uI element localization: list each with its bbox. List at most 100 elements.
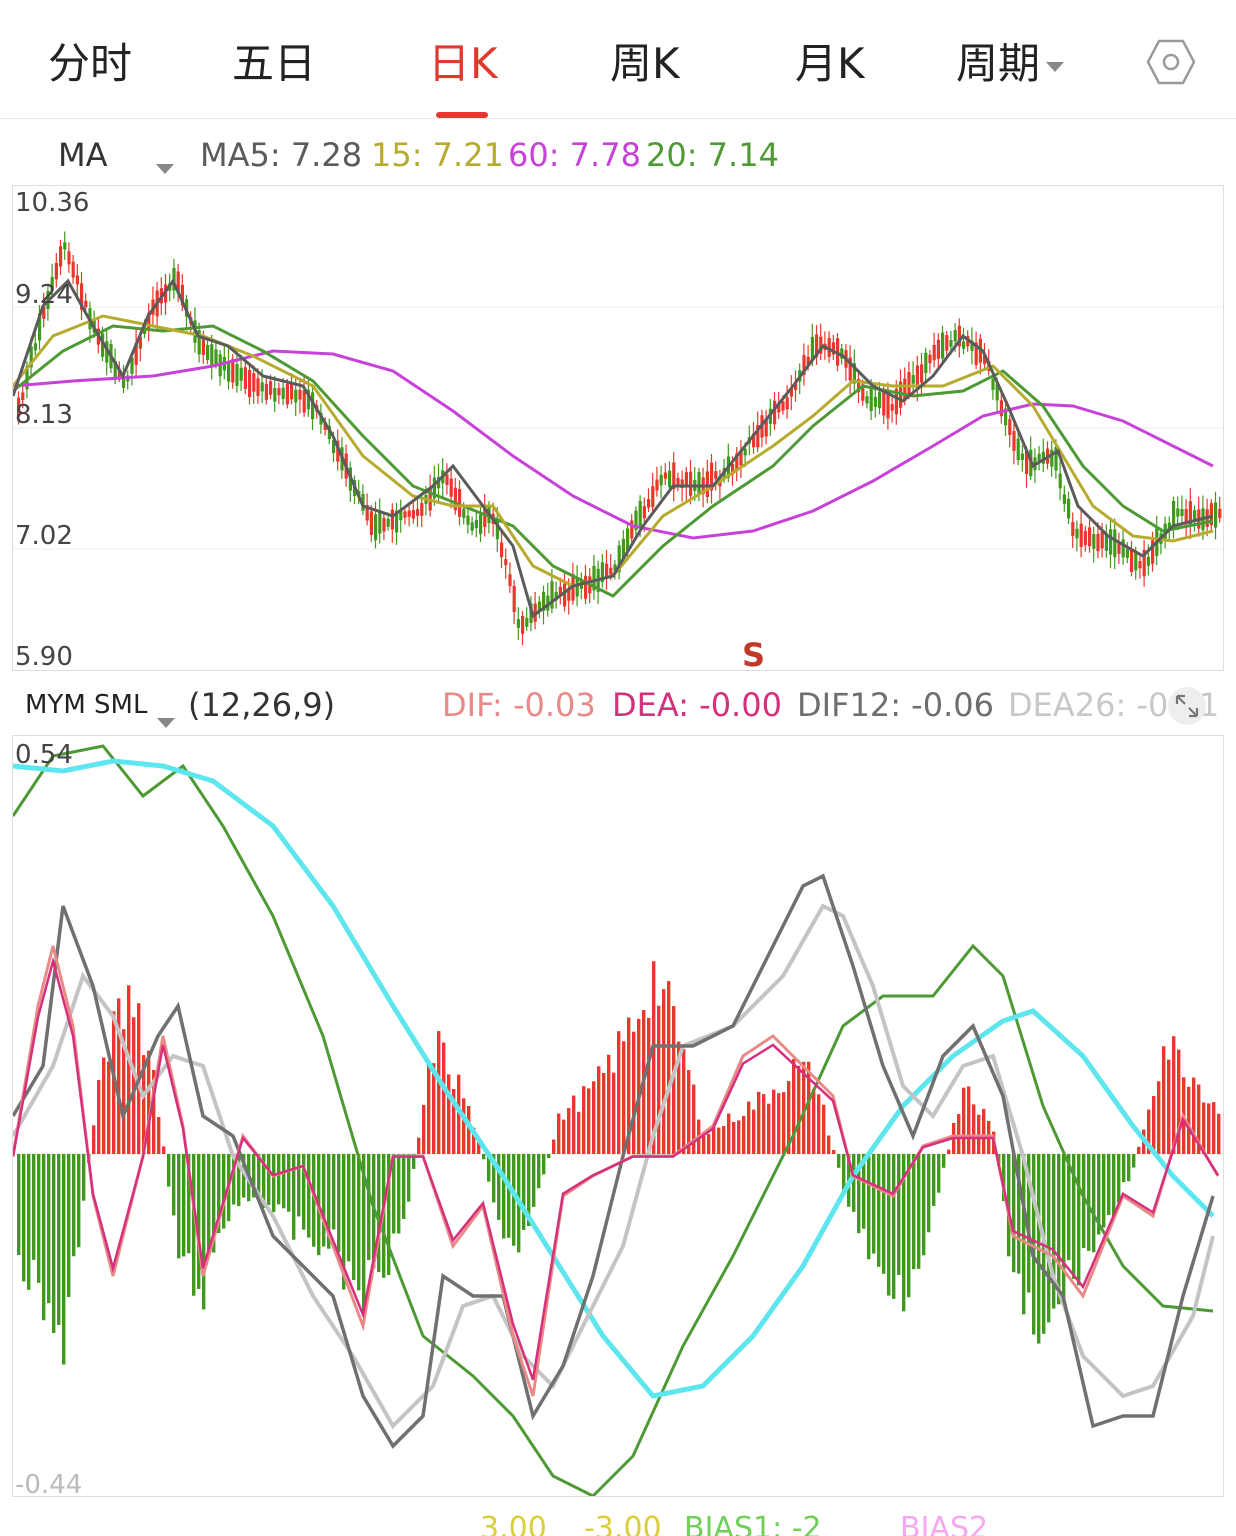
candle-body	[206, 345, 210, 360]
macd-histogram-bar	[537, 1154, 541, 1189]
macd-histogram-bar	[462, 1098, 466, 1154]
macd-histogram-bar	[102, 1057, 106, 1154]
candle-body	[911, 375, 915, 384]
expand-arrows-icon[interactable]	[1166, 686, 1208, 726]
macd-histogram-bar	[592, 1081, 596, 1154]
macd-histogram-bar	[442, 1042, 446, 1154]
ma-legend-bar: MA MA5: 7.28 15: 7.21 60: 7.78 20: 7.14	[0, 130, 1236, 180]
macd-histogram-bar	[1092, 1154, 1096, 1253]
ma-indicator-select[interactable]: MA	[58, 136, 108, 174]
macd-histogram-bar	[1107, 1154, 1111, 1216]
candle-body	[1092, 534, 1096, 549]
macd-indicator-chart[interactable]: 0.54 -0.44	[12, 735, 1224, 1500]
macd-histogram-bar	[92, 1125, 96, 1154]
candle-body	[378, 510, 382, 534]
macd-histogram-bar	[597, 1066, 601, 1154]
macd-histogram-bar	[272, 1154, 276, 1213]
candle-body	[1184, 508, 1188, 523]
tab-period-dropdown[interactable]: 周期	[956, 30, 1065, 91]
macd-params: (12,26,9)	[188, 686, 336, 724]
macd-histogram-bar	[1167, 1059, 1171, 1154]
triangle-down-icon[interactable]	[156, 148, 174, 186]
bias-lower-value: -3.00	[584, 1511, 662, 1536]
macd-histogram-bar	[1057, 1154, 1061, 1305]
macd-histogram-bar	[767, 1103, 771, 1154]
tab-daily-k[interactable]: 日K	[428, 30, 498, 91]
candle-body	[1130, 550, 1134, 573]
candle-body	[575, 577, 579, 597]
candle-body	[508, 574, 512, 587]
ma60-value: 60: 7.78	[508, 136, 641, 174]
macd-histogram-bar	[117, 998, 121, 1154]
macd-histogram-bar	[17, 1154, 21, 1255]
macd-histogram-bar	[1062, 1154, 1066, 1306]
macd-histogram-bar	[57, 1154, 61, 1325]
macd-histogram-bar	[937, 1154, 941, 1193]
macd-histogram-bar	[727, 1113, 731, 1154]
candle-body	[525, 617, 529, 627]
price-tick-4: 7.02	[15, 521, 73, 551]
tab-weekly-k[interactable]: 周K	[610, 30, 680, 91]
dea-value: DEA: -0.00	[612, 686, 782, 724]
macd-histogram-bar	[1047, 1154, 1051, 1323]
ma5-value: MA5: 7.28	[200, 136, 363, 174]
macd-histogram-bar	[1217, 1113, 1221, 1154]
price-kline-chart[interactable]: 10.36 9.24 8.13 7.02 5.90 S	[12, 185, 1224, 674]
candle-body	[949, 340, 953, 347]
macd-histogram-bar	[447, 1074, 451, 1154]
macd-histogram-bar	[127, 985, 131, 1154]
candle-body	[873, 396, 877, 407]
macd-histogram-bar	[157, 1117, 161, 1154]
macd-histogram-bar	[812, 1088, 816, 1154]
macd-histogram-bar	[572, 1095, 576, 1154]
tab-monthly-k[interactable]: 月K	[795, 30, 865, 91]
candle-body	[1008, 419, 1012, 435]
macd-histogram-bar	[427, 1062, 431, 1154]
macd-histogram-bar	[567, 1108, 571, 1154]
macd-histogram-bar	[942, 1154, 946, 1168]
candle-body	[1176, 508, 1180, 517]
candle-body	[1121, 539, 1125, 558]
candle-body	[953, 330, 957, 342]
macd-histogram-bar	[292, 1154, 296, 1240]
macd-histogram-bar	[307, 1154, 311, 1238]
macd-histogram-bar	[422, 1104, 426, 1154]
macd-histogram-bar	[182, 1154, 186, 1257]
macd-histogram-bar	[532, 1154, 536, 1207]
macd-histogram-bar	[32, 1154, 36, 1260]
macd-histogram-bar	[67, 1154, 71, 1298]
candle-body	[584, 575, 588, 599]
candle-body	[516, 619, 520, 628]
tab-intraday[interactable]: 分时	[48, 30, 132, 91]
price-tick-bottom: 5.90	[15, 642, 73, 672]
candle-body	[991, 379, 995, 390]
hexagon-settings-icon[interactable]	[1146, 38, 1196, 86]
candle-body	[54, 263, 58, 280]
macd-histogram-bar	[1127, 1154, 1131, 1182]
candle-body	[59, 246, 63, 267]
ma5-line	[13, 278, 1214, 619]
macd-histogram-bar	[897, 1154, 901, 1275]
candle-body	[256, 378, 260, 396]
tab-period-label: 周期	[956, 39, 1041, 88]
macd-histogram-bar	[277, 1154, 281, 1205]
macd-histogram-bar	[407, 1154, 411, 1202]
macd-histogram-bar	[957, 1114, 961, 1154]
tab-five-day[interactable]: 五日	[232, 30, 316, 91]
macd-indicator-select[interactable]: MYM SML	[25, 690, 147, 720]
candle-body	[449, 478, 453, 497]
ma20-value: 20: 7.14	[646, 136, 779, 174]
candle-body	[999, 400, 1003, 417]
period-tab-bar: 分时 五日 日K 周K 月K 周期	[0, 0, 1236, 119]
candle-body	[936, 339, 940, 359]
candle-body	[928, 354, 932, 364]
candle-body	[689, 471, 693, 496]
candle-body	[411, 510, 415, 519]
macd-histogram-bar	[1117, 1154, 1121, 1203]
candle-body	[269, 381, 273, 395]
candle-body	[676, 478, 680, 485]
bias-legend-bar: 3.00 -3.00 BIAS1: -2 BIAS2	[0, 1505, 1236, 1536]
candle-body	[1146, 556, 1150, 566]
candle-body	[609, 567, 613, 575]
candle-body	[932, 344, 936, 361]
